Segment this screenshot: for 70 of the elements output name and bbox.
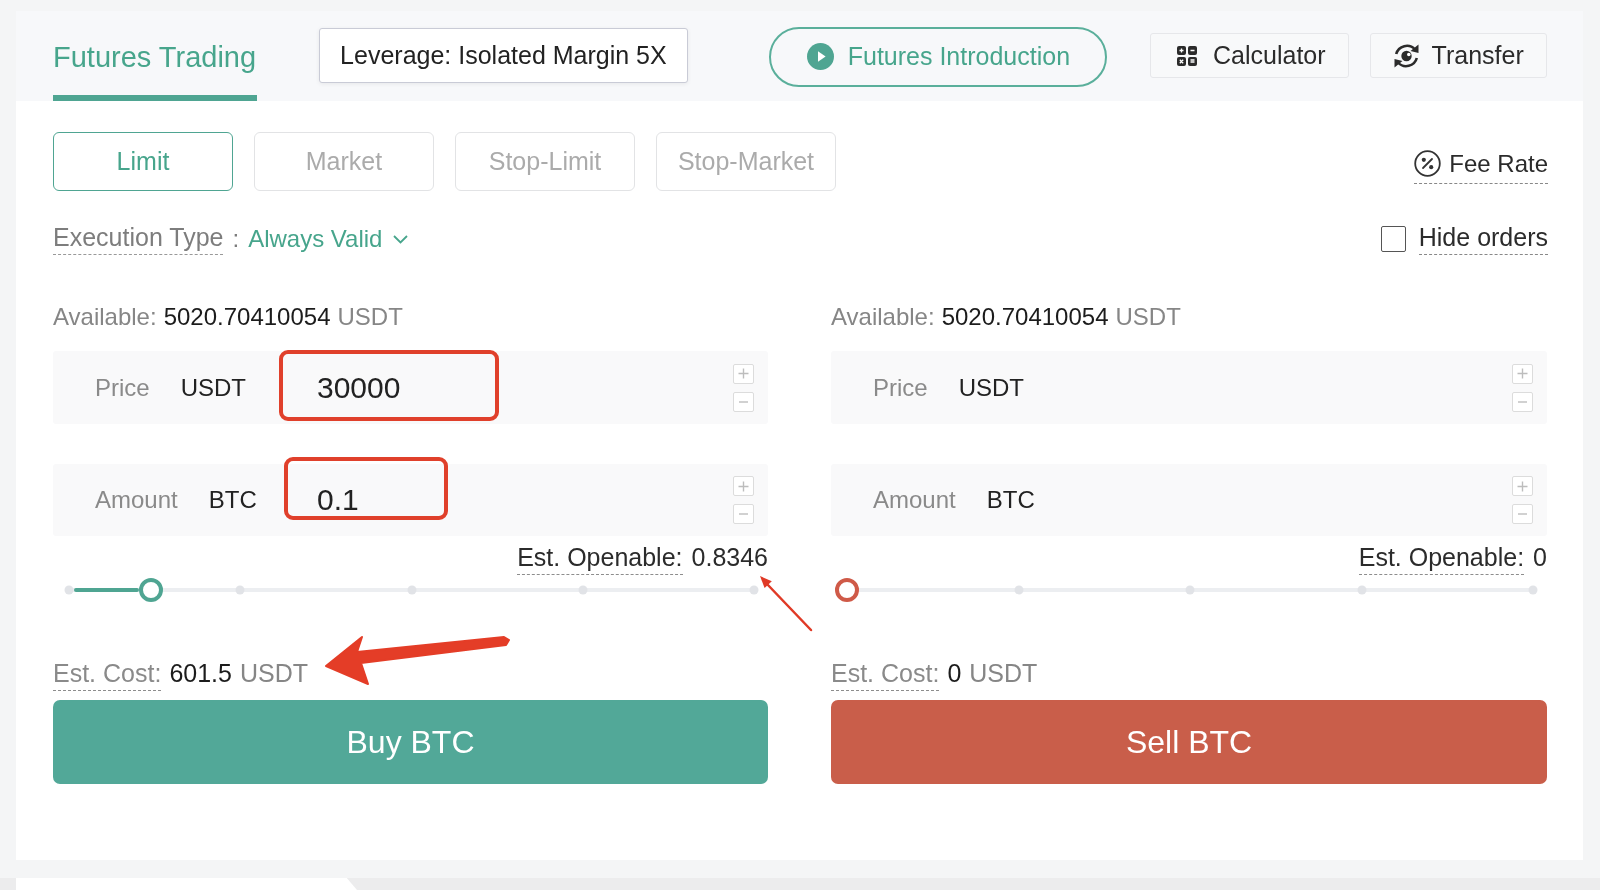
increase-button[interactable] <box>1512 476 1533 496</box>
field-label: Price <box>873 373 928 402</box>
available-unit: USDT <box>1115 305 1181 329</box>
minus-icon <box>739 400 748 403</box>
value-input[interactable]: 0.1 <box>279 475 719 525</box>
value-input[interactable]: 30000 <box>279 362 719 413</box>
increase-button[interactable] <box>1512 363 1533 384</box>
decrease-button[interactable] <box>1512 504 1533 524</box>
increase-button[interactable] <box>733 476 754 496</box>
fee-rate-link[interactable]: Fee Rate <box>1414 149 1548 184</box>
step-dot-icon <box>749 585 759 595</box>
openable-label: Est. Openable: <box>517 544 683 575</box>
sell-button[interactable]: Sell BTC <box>831 700 1547 784</box>
openable-value: 0 <box>1533 544 1547 570</box>
available-amount: 5020.70410054 <box>163 305 331 329</box>
decrease-button[interactable] <box>733 504 754 524</box>
cost-unit: USDT <box>969 660 1038 686</box>
play-icon <box>806 43 834 70</box>
step-dot-icon <box>1528 585 1538 595</box>
order-input-field[interactable]: Price USDT 30000 <box>53 351 768 424</box>
step-dot-icon <box>1185 585 1195 595</box>
slider-thumb[interactable] <box>835 578 859 602</box>
order-input-field[interactable]: Amount BTC <box>831 464 1547 536</box>
cost-label: Est. Cost: <box>53 660 162 691</box>
calculator-button[interactable]: Calculator <box>1150 33 1349 78</box>
field-label: Amount <box>873 486 956 514</box>
field-unit: USDT <box>958 373 1025 402</box>
step-dot-icon <box>1357 585 1366 595</box>
cost-unit: USDT <box>239 660 308 686</box>
step-dot-icon <box>235 585 245 595</box>
cost-amount: 601.5 <box>169 660 232 686</box>
step-dot-icon <box>1014 585 1023 595</box>
available-label: Available: <box>53 305 157 329</box>
execution-type-label: Execution Type <box>53 223 224 255</box>
order-input-field[interactable]: Amount BTC 0.1 <box>53 464 768 536</box>
plus-icon <box>738 368 749 379</box>
decrease-button[interactable] <box>733 391 754 412</box>
minus-icon <box>739 513 748 515</box>
field-label: Amount <box>95 486 178 514</box>
field-label: Price <box>95 373 150 402</box>
chevron-down-icon <box>393 234 409 244</box>
step-dot-icon <box>64 585 74 595</box>
field-unit: USDT <box>180 373 247 402</box>
slider-thumb[interactable] <box>139 578 164 602</box>
percent-icon <box>1414 150 1442 177</box>
cost-amount: 0 <box>947 660 962 686</box>
decrease-button[interactable] <box>1512 391 1533 412</box>
order-input-field[interactable]: Price USDT <box>831 351 1547 424</box>
hide-orders-checkbox[interactable] <box>1380 226 1407 252</box>
hide-orders-label[interactable]: Hide orders <box>1418 223 1548 255</box>
field-unit: BTC <box>208 486 257 514</box>
calculator-icon <box>1177 45 1198 66</box>
available-unit: USDT <box>337 305 403 329</box>
openable-value: 0.8346 <box>691 544 768 570</box>
openable-label: Est. Openable: <box>1358 544 1525 575</box>
available-label: Available: <box>831 305 935 329</box>
available-amount: 5020.70410054 <box>941 305 1109 329</box>
transfer-button[interactable]: Transfer <box>1369 33 1547 78</box>
minus-icon <box>1518 400 1527 403</box>
field-unit: BTC <box>986 486 1035 514</box>
plus-icon <box>1517 480 1528 492</box>
separator-text: : <box>232 225 240 253</box>
plus-icon <box>1517 368 1528 379</box>
increase-button[interactable] <box>733 363 754 384</box>
leverage-button[interactable]: Leverage: Isolated Margin 5X <box>319 28 688 83</box>
minus-icon <box>1518 513 1527 515</box>
step-dot-icon <box>407 585 416 595</box>
plus-icon <box>738 480 749 492</box>
step-dot-icon <box>578 585 588 595</box>
cost-label: Est. Cost: <box>831 660 940 691</box>
